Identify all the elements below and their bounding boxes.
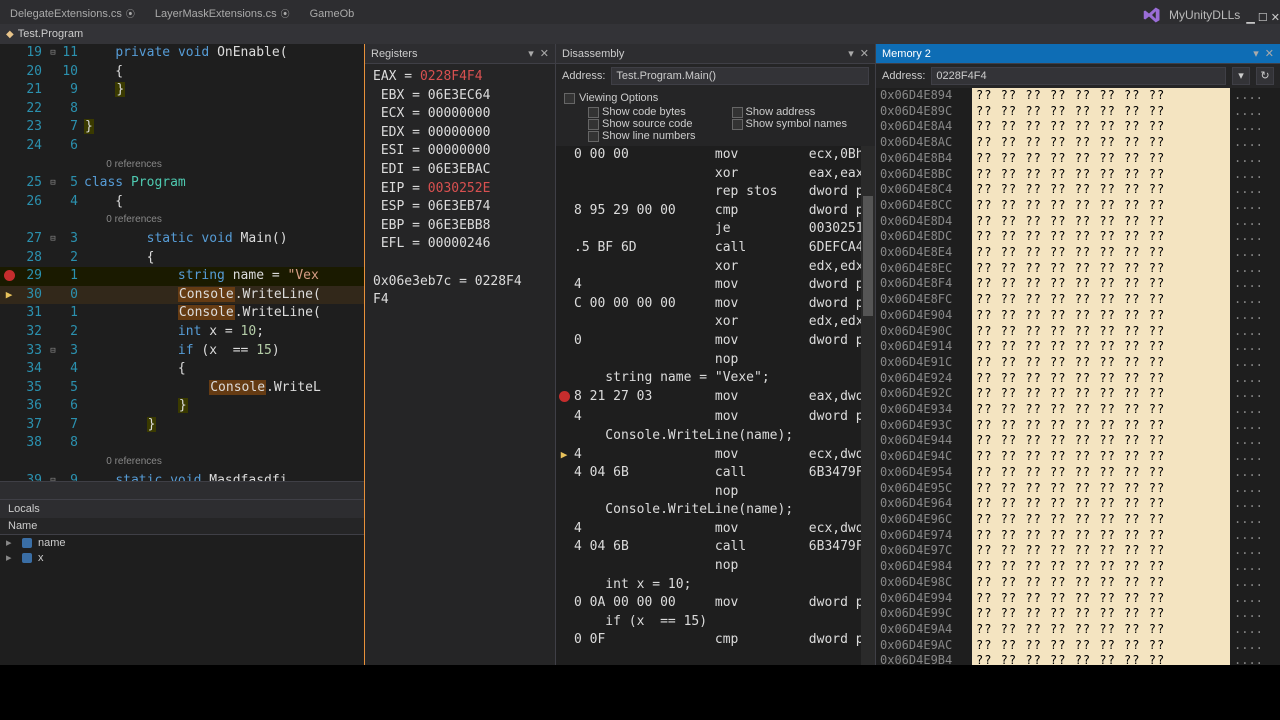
dropdown-button[interactable]: ▾: [1232, 67, 1250, 85]
checkbox-icon[interactable]: [564, 93, 575, 104]
local-row[interactable]: ▸name: [0, 535, 364, 550]
dropdown-icon[interactable]: ▾: [528, 47, 534, 60]
tab-delegate[interactable]: DelegateExtensions.cs ⦿: [0, 3, 145, 24]
memory-address-input[interactable]: [931, 67, 1226, 85]
registers-header[interactable]: Registers ▾✕: [365, 44, 555, 64]
registers-body: EAX = 0228F4F4 EBX = 06E3EC64 ECX = 0000…: [365, 64, 555, 665]
memory-row: 0x06D4E96C?? ?? ?? ?? ?? ?? ?? ??....: [876, 512, 1280, 528]
memory-row: 0x06D4E904?? ?? ?? ?? ?? ?? ?? ??....: [876, 308, 1280, 324]
document-tabs: DelegateExtensions.cs ⦿ LayerMaskExtensi…: [0, 0, 1280, 24]
memory-row: 0x06D4E8DC?? ?? ?? ?? ?? ?? ?? ??....: [876, 229, 1280, 245]
memory-row: 0x06D4E8FC?? ?? ?? ?? ?? ?? ?? ??....: [876, 292, 1280, 308]
memory-row: 0x06D4E924?? ?? ?? ?? ?? ?? ?? ??....: [876, 371, 1280, 387]
memory-row: 0x06D4E98C?? ?? ?? ?? ?? ?? ?? ??....: [876, 575, 1280, 591]
refresh-button[interactable]: ↻: [1256, 67, 1274, 85]
close-pane-icon[interactable]: ✕: [1265, 47, 1274, 60]
minimize-button[interactable]: ▁: [1246, 12, 1254, 24]
view-option[interactable]: Show address: [732, 106, 868, 118]
disassembly-header[interactable]: Disassembly ▾✕: [556, 44, 875, 64]
close-button[interactable]: ✕: [1271, 12, 1280, 24]
memory-body[interactable]: 0x06D4E894?? ?? ?? ?? ?? ?? ?? ??....0x0…: [876, 88, 1280, 665]
memory-row: 0x06D4E9A4?? ?? ?? ?? ?? ?? ?? ??....: [876, 622, 1280, 638]
memory-row: 0x06D4E9AC?? ?? ?? ?? ?? ?? ?? ??....: [876, 638, 1280, 654]
memory-row: 0x06D4E984?? ?? ?? ?? ?? ?? ?? ??....: [876, 559, 1280, 575]
memory-row: 0x06D4E91C?? ?? ?? ?? ?? ?? ?? ??....: [876, 355, 1280, 371]
memory-row: 0x06D4E95C?? ?? ?? ?? ?? ?? ?? ??....: [876, 481, 1280, 497]
dropdown-icon[interactable]: ▾: [848, 47, 854, 60]
tab-gameob[interactable]: GameOb: [300, 4, 365, 24]
viewing-options: Viewing Options Show code bytesShow addr…: [556, 88, 875, 146]
memory-row: 0x06D4E8B4?? ?? ?? ?? ?? ?? ?? ??....: [876, 151, 1280, 167]
memory-row: 0x06D4E894?? ?? ?? ?? ?? ?? ?? ??....: [876, 88, 1280, 104]
memory-header[interactable]: Memory 2 ▾✕: [876, 44, 1280, 64]
scrollbar[interactable]: [861, 146, 875, 665]
memory-row: 0x06D4E8BC?? ?? ?? ?? ?? ?? ?? ??....: [876, 167, 1280, 183]
locals-body: ▸name▸x: [0, 535, 364, 665]
context-bar[interactable]: ◆ Test.Program: [0, 24, 1280, 44]
disasm-address-input[interactable]: [611, 67, 869, 85]
memory-row: 0x06D4E964?? ?? ?? ?? ?? ?? ?? ??....: [876, 496, 1280, 512]
memory-row: 0x06D4E97C?? ?? ?? ?? ?? ?? ?? ??....: [876, 543, 1280, 559]
class-icon: ◆: [6, 29, 14, 40]
disassembly-body[interactable]: 0 00 00 mov ecx,0Bh xor eax,eax rep stos…: [556, 146, 875, 665]
close-pane-icon[interactable]: ✕: [860, 47, 869, 60]
view-option[interactable]: Show line numbers: [588, 130, 724, 142]
memory-row: 0x06D4E914?? ?? ?? ?? ?? ?? ?? ??....: [876, 339, 1280, 355]
memory-row: 0x06D4E8A4?? ?? ?? ?? ?? ?? ?? ??....: [876, 119, 1280, 135]
memory-row: 0x06D4E974?? ?? ?? ?? ?? ?? ?? ??....: [876, 528, 1280, 544]
locals-header[interactable]: Locals: [0, 499, 364, 518]
memory-row: 0x06D4E8F4?? ?? ?? ?? ?? ?? ?? ??....: [876, 276, 1280, 292]
memory-row: 0x06D4E99C?? ?? ?? ?? ?? ?? ?? ??....: [876, 606, 1280, 622]
memory-row: 0x06D4E8CC?? ?? ?? ?? ?? ?? ?? ??....: [876, 198, 1280, 214]
memory-row: 0x06D4E9B4?? ?? ?? ?? ?? ?? ?? ??....: [876, 653, 1280, 665]
pin-icon: ⦿: [126, 7, 135, 20]
locals-col-name[interactable]: Name: [0, 518, 364, 535]
view-option[interactable]: Show source code: [588, 118, 724, 130]
memory-row: 0x06D4E944?? ?? ?? ?? ?? ?? ?? ??....: [876, 433, 1280, 449]
memory-row: 0x06D4E92C?? ?? ?? ?? ?? ?? ?? ??....: [876, 386, 1280, 402]
memory-row: 0x06D4E93C?? ?? ?? ?? ?? ?? ?? ??....: [876, 418, 1280, 434]
memory-row: 0x06D4E89C?? ?? ?? ?? ?? ?? ?? ??....: [876, 104, 1280, 120]
vs-logo-icon: [1143, 6, 1161, 24]
memory-row: 0x06D4E8AC?? ?? ?? ?? ?? ?? ?? ??....: [876, 135, 1280, 151]
view-option[interactable]: Show symbol names: [732, 118, 868, 130]
address-label: Address:: [562, 70, 605, 82]
dropdown-icon[interactable]: ▾: [1253, 47, 1259, 60]
memory-row: 0x06D4E954?? ?? ?? ?? ?? ?? ?? ??....: [876, 465, 1280, 481]
close-pane-icon[interactable]: ✕: [540, 47, 549, 60]
code-editor[interactable]: 19⊟11 private void OnEnable(2010 {219 }2…: [0, 44, 364, 481]
memory-row: 0x06D4E8C4?? ?? ?? ?? ?? ?? ?? ??....: [876, 182, 1280, 198]
address-label: Address:: [882, 70, 925, 82]
maximize-button[interactable]: ☐: [1258, 12, 1268, 24]
local-row[interactable]: ▸x: [0, 550, 364, 565]
view-option[interactable]: Show code bytes: [588, 106, 724, 118]
memory-row: 0x06D4E994?? ?? ?? ?? ?? ?? ?? ??....: [876, 591, 1280, 607]
memory-row: 0x06D4E8EC?? ?? ?? ?? ?? ?? ?? ??....: [876, 261, 1280, 277]
memory-row: 0x06D4E90C?? ?? ?? ?? ?? ?? ?? ??....: [876, 324, 1280, 340]
memory-row: 0x06D4E8D4?? ?? ?? ?? ?? ?? ?? ??....: [876, 214, 1280, 230]
memory-row: 0x06D4E94C?? ?? ?? ?? ?? ?? ?? ??....: [876, 449, 1280, 465]
pin-icon: ⦿: [281, 7, 290, 20]
tab-layermask[interactable]: LayerMaskExtensions.cs ⦿: [145, 3, 300, 24]
memory-row: 0x06D4E8E4?? ?? ?? ?? ?? ?? ?? ??....: [876, 245, 1280, 261]
window-title: MyUnityDLLs: [1169, 8, 1240, 22]
memory-row: 0x06D4E934?? ?? ?? ?? ?? ?? ?? ??....: [876, 402, 1280, 418]
